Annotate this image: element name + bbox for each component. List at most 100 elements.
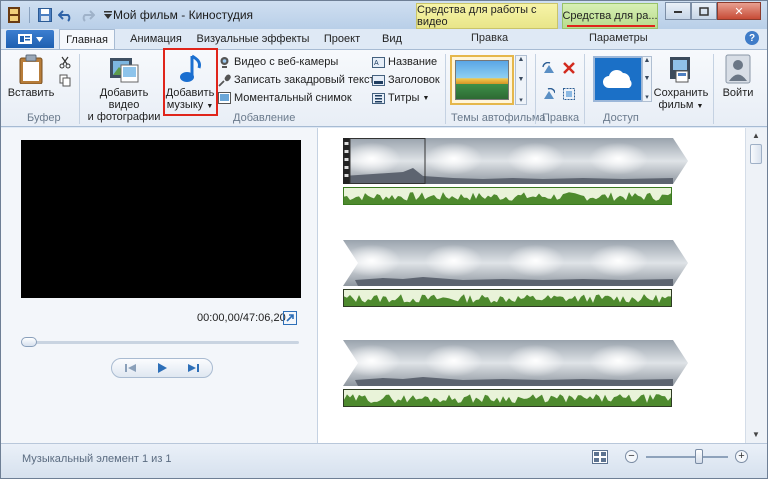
- minimize-button[interactable]: [665, 2, 691, 20]
- undo-icon[interactable]: [57, 6, 75, 24]
- window-title: Мой фильм - Киностудия: [113, 8, 254, 22]
- zoom-in-button[interactable]: +: [735, 450, 748, 463]
- paste-label: Вставить: [7, 87, 55, 99]
- file-menu-button[interactable]: [6, 30, 54, 48]
- select-all-button[interactable]: [562, 86, 575, 102]
- tab-animation[interactable]: Анимация: [119, 29, 193, 49]
- sign-in-button[interactable]: Войти: [717, 53, 759, 99]
- ribbon: Вставить Буфер Добавить видео и фотограф…: [1, 49, 767, 127]
- group-label-edit: Правка: [542, 112, 580, 124]
- scroll-up-icon[interactable]: ▲: [750, 130, 762, 140]
- thumbnail-size-icon[interactable]: [592, 450, 608, 464]
- video-thumbnail-strip: [343, 340, 688, 386]
- scroll-down-icon[interactable]: ▼: [750, 429, 762, 439]
- video-thumbnail-strip: [343, 240, 688, 286]
- maximize-button[interactable]: [691, 2, 717, 20]
- timecode-display: 00:00,00/47:06,20: [197, 312, 286, 324]
- webcam-icon: [218, 56, 231, 69]
- clipboard-icon: [14, 53, 48, 85]
- group-label-clipboard: Буфер: [27, 112, 61, 124]
- copy-button[interactable]: [58, 72, 71, 88]
- group-label-share: Доступ: [603, 112, 639, 124]
- title-icon: A: [372, 56, 385, 69]
- play-button[interactable]: [149, 360, 175, 376]
- seek-bar[interactable]: [23, 341, 299, 344]
- playback-controls: [111, 358, 213, 378]
- title-bar: Мой фильм - Киностудия Средства для рабо…: [1, 1, 767, 29]
- share-gallery-scroll[interactable]: ▲ ▼ ▾: [642, 56, 652, 102]
- record-narration-button[interactable]: Записать закадровый текст ▼: [218, 72, 384, 88]
- webcam-video-button[interactable]: Видео с веб-камеры: [218, 54, 338, 70]
- credits-dropdown-icon[interactable]: ▼: [422, 95, 429, 102]
- app-film-icon[interactable]: [5, 6, 23, 24]
- zoom-slider[interactable]: [646, 456, 728, 458]
- storyboard-scrollbar[interactable]: ▲ ▼: [745, 128, 767, 443]
- rotate-left-button[interactable]: [542, 60, 555, 76]
- workspace: 00:00,00/47:06,20: [1, 128, 767, 443]
- snapshot-button[interactable]: Моментальный снимок: [218, 90, 352, 106]
- storyboard: [319, 128, 745, 443]
- save-movie-button[interactable]: Сохранить фильм ▼: [653, 53, 709, 113]
- next-frame-icon: [188, 364, 199, 372]
- select-all-icon: [562, 88, 575, 101]
- copy-icon: [58, 74, 71, 87]
- add-credits-button[interactable]: Титры ▼: [372, 90, 429, 106]
- onedrive-share-button[interactable]: [593, 56, 643, 102]
- tab-edit[interactable]: Правка: [471, 32, 508, 44]
- scroll-thumb[interactable]: [750, 144, 762, 164]
- add-credits-label: Титры: [388, 92, 420, 104]
- tab-home[interactable]: Главная: [59, 29, 115, 49]
- preview-pane: 00:00,00/47:06,20: [1, 128, 318, 443]
- video-preview[interactable]: [21, 140, 301, 298]
- rotate-right-button[interactable]: [542, 86, 555, 102]
- context-tab-video-tools[interactable]: Средства для работы с видео: [416, 3, 558, 29]
- tab-project[interactable]: Проект: [315, 29, 369, 49]
- audio-waveform-track[interactable]: [343, 187, 672, 205]
- record-narration-label: Записать закадровый текст: [234, 74, 375, 86]
- add-video-photos-button[interactable]: Добавить видео и фотографии: [85, 53, 163, 123]
- zoom-out-button[interactable]: −: [625, 450, 638, 463]
- add-video-label-line2: и фотографии: [87, 111, 161, 123]
- status-bar: Музыкальный элемент 1 из 1 − +: [1, 443, 767, 478]
- window-controls: ✕: [665, 2, 761, 20]
- cut-button[interactable]: [58, 54, 71, 70]
- theme-gallery-scroll[interactable]: ▲ ▼ ▾: [515, 55, 527, 105]
- redo-icon[interactable]: [78, 6, 96, 24]
- add-title-button[interactable]: A Название: [372, 54, 437, 70]
- tab-options[interactable]: Параметры: [589, 32, 648, 44]
- ribbon-tab-strip: Главная Анимация Визуальные эффекты Прое…: [1, 29, 767, 49]
- audio-waveform-track[interactable]: [343, 389, 672, 407]
- autotheme-thumbnail[interactable]: [450, 55, 514, 105]
- audio-waveform-track[interactable]: [343, 289, 672, 307]
- red-x-icon: [562, 62, 575, 75]
- zoom-thumb[interactable]: [695, 449, 703, 464]
- snapshot-label: Моментальный снимок: [234, 92, 352, 104]
- context-tab-underline: [567, 25, 655, 27]
- next-frame-button[interactable]: [180, 360, 206, 376]
- tab-view[interactable]: Вид: [373, 29, 411, 49]
- help-icon[interactable]: ?: [745, 31, 759, 45]
- group-label-add: Добавление: [233, 112, 296, 124]
- add-caption-button[interactable]: Заголовок: [372, 72, 440, 88]
- fullscreen-preview-button[interactable]: [283, 311, 297, 325]
- video-thumbnail-strip: [343, 138, 688, 184]
- add-caption-label: Заголовок: [388, 74, 440, 86]
- quick-access-toolbar: [5, 6, 117, 24]
- expand-icon: [286, 314, 294, 322]
- seek-thumb[interactable]: [21, 337, 37, 347]
- gallery-down-icon: ▼: [517, 76, 525, 83]
- tab-visual-effects[interactable]: Визуальные эффекты: [197, 29, 310, 49]
- previous-frame-button[interactable]: [118, 360, 144, 376]
- status-text: Музыкальный элемент 1 из 1: [22, 453, 172, 465]
- remove-button[interactable]: [562, 60, 575, 76]
- paste-button[interactable]: Вставить: [8, 53, 54, 99]
- play-icon: [158, 363, 167, 373]
- gallery-more-icon: ▾: [519, 97, 523, 104]
- add-music-highlight: [163, 48, 218, 116]
- app-window: Мой фильм - Киностудия Средства для рабо…: [0, 0, 768, 479]
- save-icon[interactable]: [36, 6, 54, 24]
- close-button[interactable]: ✕: [717, 2, 761, 20]
- save-movie-label-line1: Сохранить: [653, 87, 709, 99]
- previous-frame-icon: [125, 364, 136, 372]
- rotate-right-icon: [542, 87, 555, 101]
